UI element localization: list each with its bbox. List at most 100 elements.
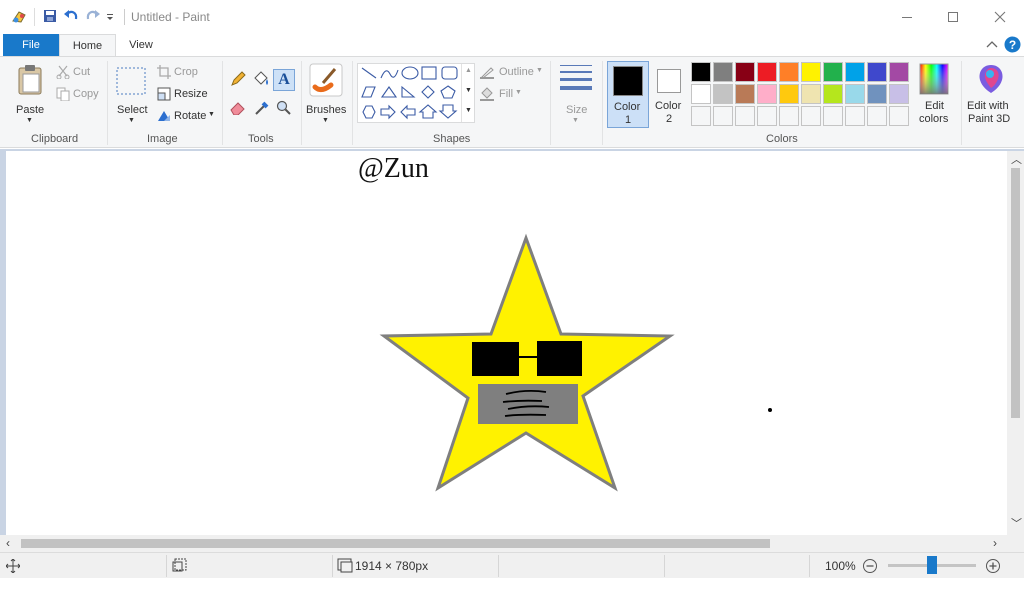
palette-swatch[interactable] [779, 62, 799, 82]
palette-swatch[interactable] [713, 84, 733, 104]
gallery-expand-icon[interactable]: ▼ [465, 107, 472, 114]
palette-swatch[interactable] [757, 84, 777, 104]
canvas-dot [768, 408, 772, 412]
tab-home[interactable]: Home [59, 34, 116, 57]
size-button[interactable]: Size ▼ [557, 61, 595, 127]
title-separator [34, 8, 35, 26]
palette-swatch[interactable] [801, 106, 821, 126]
scroll-up-arrow-icon[interactable]: ︿ [1011, 151, 1022, 167]
palette-swatch[interactable] [735, 62, 755, 82]
shapes-gallery-scroll[interactable]: ▲ ▼ ▼ [461, 64, 475, 122]
select-button[interactable]: Select ▼ [113, 61, 149, 127]
palette-swatch[interactable] [845, 106, 865, 126]
minimize-button[interactable] [884, 0, 930, 34]
tab-file[interactable]: File [3, 34, 59, 56]
maximize-button[interactable] [930, 0, 976, 34]
image-group-label: Image [147, 133, 178, 145]
palette-swatch[interactable] [713, 62, 733, 82]
palette-swatch[interactable] [823, 106, 843, 126]
svg-text:?: ? [1009, 38, 1016, 52]
palette-swatch[interactable] [691, 106, 711, 126]
rotate-button[interactable]: Rotate ▼ [157, 108, 215, 124]
copy-button[interactable]: Copy [56, 86, 104, 102]
scroll-up-icon[interactable]: ▲ [465, 67, 472, 74]
ribbon: Paste ▼ Cut Copy Clipboard Select ▼ Crop [0, 56, 1024, 148]
palette-swatch[interactable] [845, 84, 865, 104]
vertical-scrollbar[interactable]: ︿ ﹀ [1007, 151, 1024, 535]
edit-with-paint3d-button[interactable]: Edit with Paint 3D [964, 61, 1020, 128]
palette-swatch[interactable] [691, 62, 711, 82]
palette-swatch[interactable] [823, 62, 843, 82]
palette-swatch[interactable] [713, 106, 733, 126]
palette-swatch[interactable] [735, 84, 755, 104]
palette-swatch[interactable] [889, 84, 909, 104]
window-bottom-edge [0, 578, 1024, 590]
paste-button[interactable]: Paste ▼ [10, 61, 50, 127]
scroll-down-arrow-icon[interactable]: ﹀ [1011, 515, 1022, 531]
status-separator [809, 555, 810, 577]
paste-icon [18, 65, 42, 95]
color1-button[interactable]: Color 1 [607, 61, 649, 128]
color2-button[interactable]: Color 2 [651, 61, 689, 128]
colors-group-label: Colors [766, 133, 798, 145]
eraser-icon[interactable] [230, 101, 246, 115]
text-tool-button[interactable]: A [273, 69, 295, 91]
color-picker-icon[interactable] [254, 100, 270, 116]
horizontal-scrollbar[interactable]: ‹ › [0, 535, 1007, 552]
outline-button[interactable]: Outline ▼ [479, 64, 545, 80]
vertical-scroll-thumb[interactable] [1011, 168, 1020, 418]
help-icon[interactable]: ? [1004, 36, 1021, 53]
window-title: Untitled - Paint [131, 10, 210, 24]
scroll-left-arrow-icon[interactable]: ‹ [6, 536, 10, 550]
maximize-icon [948, 12, 958, 22]
shapes-gallery[interactable]: ▲ ▼ ▼ [357, 63, 475, 123]
sunglasses-left-lens [472, 342, 519, 376]
palette-swatch[interactable] [779, 106, 799, 126]
close-icon [994, 11, 1006, 23]
redo-icon[interactable] [85, 8, 101, 24]
palette-swatch[interactable] [867, 62, 887, 82]
drawing-canvas[interactable]: @Zun [6, 151, 1007, 535]
edit-colors-button[interactable]: Edit colors [914, 61, 954, 128]
title-bar: Untitled - Paint [0, 0, 1024, 34]
horizontal-scroll-thumb[interactable] [21, 539, 770, 548]
tab-view[interactable]: View [118, 34, 164, 56]
brushes-button[interactable]: Brushes ▼ [305, 61, 347, 127]
outline-label: Outline [499, 66, 534, 78]
close-button[interactable] [977, 0, 1023, 34]
palette-swatch[interactable] [889, 106, 909, 126]
palette-swatch[interactable] [735, 106, 755, 126]
zoom-out-icon[interactable] [862, 558, 878, 574]
pencil-icon[interactable] [230, 71, 246, 87]
palette-swatch[interactable] [867, 106, 887, 126]
color2-label-line1: Color [655, 100, 682, 112]
palette-swatch[interactable] [757, 106, 777, 126]
size-label: Size [566, 104, 588, 116]
magnifier-icon[interactable] [276, 100, 292, 116]
cut-button[interactable]: Cut [56, 64, 104, 80]
palette-swatch[interactable] [779, 84, 799, 104]
palette-swatch[interactable] [845, 62, 865, 82]
collapse-ribbon-icon[interactable] [985, 39, 999, 49]
rotate-label: Rotate [174, 110, 207, 122]
palette-swatch[interactable] [867, 84, 887, 104]
palette-swatch[interactable] [801, 84, 821, 104]
palette-swatch[interactable] [757, 62, 777, 82]
palette-swatch[interactable] [823, 84, 843, 104]
scroll-right-arrow-icon[interactable]: › [993, 536, 997, 550]
paint-app-icon[interactable] [10, 9, 28, 25]
scroll-down-icon[interactable]: ▼ [465, 87, 472, 94]
scissors-icon [56, 65, 70, 79]
fill-button[interactable]: Fill ▼ [479, 86, 529, 102]
palette-swatch[interactable] [801, 62, 821, 82]
fill-bucket-icon[interactable] [252, 71, 270, 87]
palette-swatch[interactable] [889, 62, 909, 82]
resize-button[interactable]: Resize [157, 86, 209, 102]
zoom-in-icon[interactable] [985, 558, 1001, 574]
customize-quick-access-icon[interactable] [106, 13, 116, 21]
zoom-slider-thumb[interactable] [927, 556, 937, 574]
crop-button[interactable]: Crop [157, 64, 207, 80]
undo-icon[interactable] [63, 8, 79, 24]
palette-swatch[interactable] [691, 84, 711, 104]
save-icon[interactable] [42, 8, 58, 24]
